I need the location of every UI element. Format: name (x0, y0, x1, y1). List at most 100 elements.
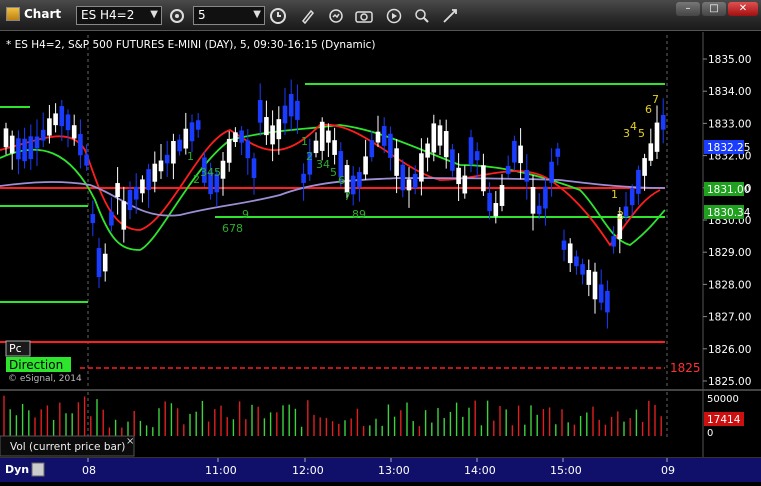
price-axis[interactable]: 1835.001834.001833.001832.001831.001830.… (703, 54, 751, 388)
zoom-button[interactable] (411, 5, 433, 26)
candle-body (592, 271, 598, 300)
candle-body (158, 160, 164, 172)
refresh-icon (329, 8, 343, 23)
link-icon (443, 8, 457, 23)
volume-label: Vol (current price bar) (10, 441, 125, 453)
candle-body (84, 154, 89, 166)
count-label: 6 (338, 174, 345, 187)
candle-body (344, 165, 350, 193)
close-icon: ✕ (738, 3, 748, 14)
price-tick-label: 1828.00 (708, 279, 751, 291)
refresh-button[interactable] (325, 5, 347, 26)
candle-body (146, 169, 151, 190)
candle-body (313, 140, 319, 154)
candle-body (140, 179, 145, 194)
candle-body (226, 138, 232, 163)
price-tick-label: 1827.00 (708, 312, 751, 324)
window-title: Chart (6, 7, 61, 21)
count-label: 678 (222, 222, 243, 235)
time-tick-label: 08 (82, 464, 96, 477)
count-label: 5 (638, 127, 645, 140)
draw-tool-button[interactable] (297, 5, 319, 26)
candle-body (288, 94, 294, 117)
direction-label: Direction (9, 358, 63, 372)
candle-body (109, 211, 114, 226)
candle-body (518, 145, 523, 164)
candle-body (127, 189, 133, 211)
candle-body (171, 140, 176, 164)
candle-body (152, 163, 158, 182)
candle-body (3, 128, 9, 148)
candle-body (22, 138, 27, 162)
gear-icon (170, 8, 184, 23)
candle-body (660, 115, 666, 130)
close-button[interactable]: ✕ (728, 2, 758, 16)
time-tick-label: 14:00 (464, 464, 496, 477)
time-axis[interactable]: Dyn 08 11:00 12:00 13:00 14:00 15:00 09 (0, 458, 761, 482)
magnifier-icon (415, 8, 429, 23)
symbol-value: ES H4=2 (81, 8, 135, 22)
magnifier-icon[interactable] (31, 462, 45, 477)
candle-body (332, 140, 337, 155)
count-label: 1 (611, 188, 618, 201)
candle-body (456, 167, 461, 185)
candle-body (481, 165, 486, 192)
candle-body (295, 100, 300, 120)
candle-body (431, 123, 437, 153)
chart-app-icon (6, 7, 20, 21)
interval-input[interactable]: 5 ▼ (193, 6, 265, 25)
count-label: 89 (352, 208, 366, 221)
candle-body (605, 290, 610, 313)
count-label: 1 (187, 150, 194, 163)
candle-body (195, 120, 201, 130)
candle-body (319, 121, 325, 151)
candle-body (419, 153, 424, 182)
close-icon[interactable]: × (126, 436, 134, 447)
candle-body (648, 143, 654, 161)
price-tick-label: 1829.00 (708, 247, 751, 259)
snapshot-button[interactable] (353, 5, 375, 26)
pencil-icon (301, 9, 315, 24)
symbol-settings-button[interactable] (166, 5, 188, 26)
minimize-button[interactable]: – (676, 2, 700, 16)
candle-body (512, 140, 517, 163)
price-chart[interactable]: * ES H4=2, S&P 500 FUTURES E-MINI (DAY),… (0, 31, 761, 481)
candle-body (394, 148, 399, 176)
candle-body (567, 243, 573, 264)
link-button[interactable] (439, 5, 461, 26)
candle-body (636, 169, 641, 194)
volume-axis-min: 0 (707, 428, 713, 439)
candle-body (598, 284, 604, 303)
price-tick-label: 1835.00 (708, 54, 751, 66)
volume-axis-max: 50000 (707, 394, 739, 405)
pivot-price-label: 1825 (670, 361, 701, 375)
candle-body (357, 172, 362, 188)
candle-body (388, 133, 393, 158)
candle-body (102, 253, 108, 272)
candle-body (47, 118, 52, 136)
maximize-button[interactable]: □ (702, 2, 726, 16)
candle-body (220, 160, 226, 179)
candle-body (561, 240, 567, 250)
candle-body (133, 186, 139, 200)
chevron-down-icon[interactable]: ▼ (150, 9, 158, 20)
interval-clock-button[interactable] (267, 5, 289, 26)
count-label: 2 (617, 209, 624, 222)
time-tick-label: 11:00 (205, 464, 237, 477)
candle-body (530, 186, 536, 214)
count-label: 3 (623, 127, 630, 140)
chevron-down-icon[interactable]: ▼ (253, 9, 261, 20)
candle-body (468, 137, 474, 165)
candle-body (462, 175, 468, 194)
count-label: 2 (306, 150, 313, 163)
candle-body (412, 173, 418, 188)
candle-body (53, 113, 58, 126)
play-button[interactable] (383, 5, 405, 26)
moving-average-red (0, 123, 661, 247)
candle-body (189, 122, 195, 142)
price-tick-label: 1834.00 (708, 86, 751, 98)
symbol-input[interactable]: ES H4=2 ▼ (76, 6, 162, 25)
candle-body (586, 270, 592, 285)
candle-body (301, 173, 306, 183)
candle-body (78, 134, 83, 156)
